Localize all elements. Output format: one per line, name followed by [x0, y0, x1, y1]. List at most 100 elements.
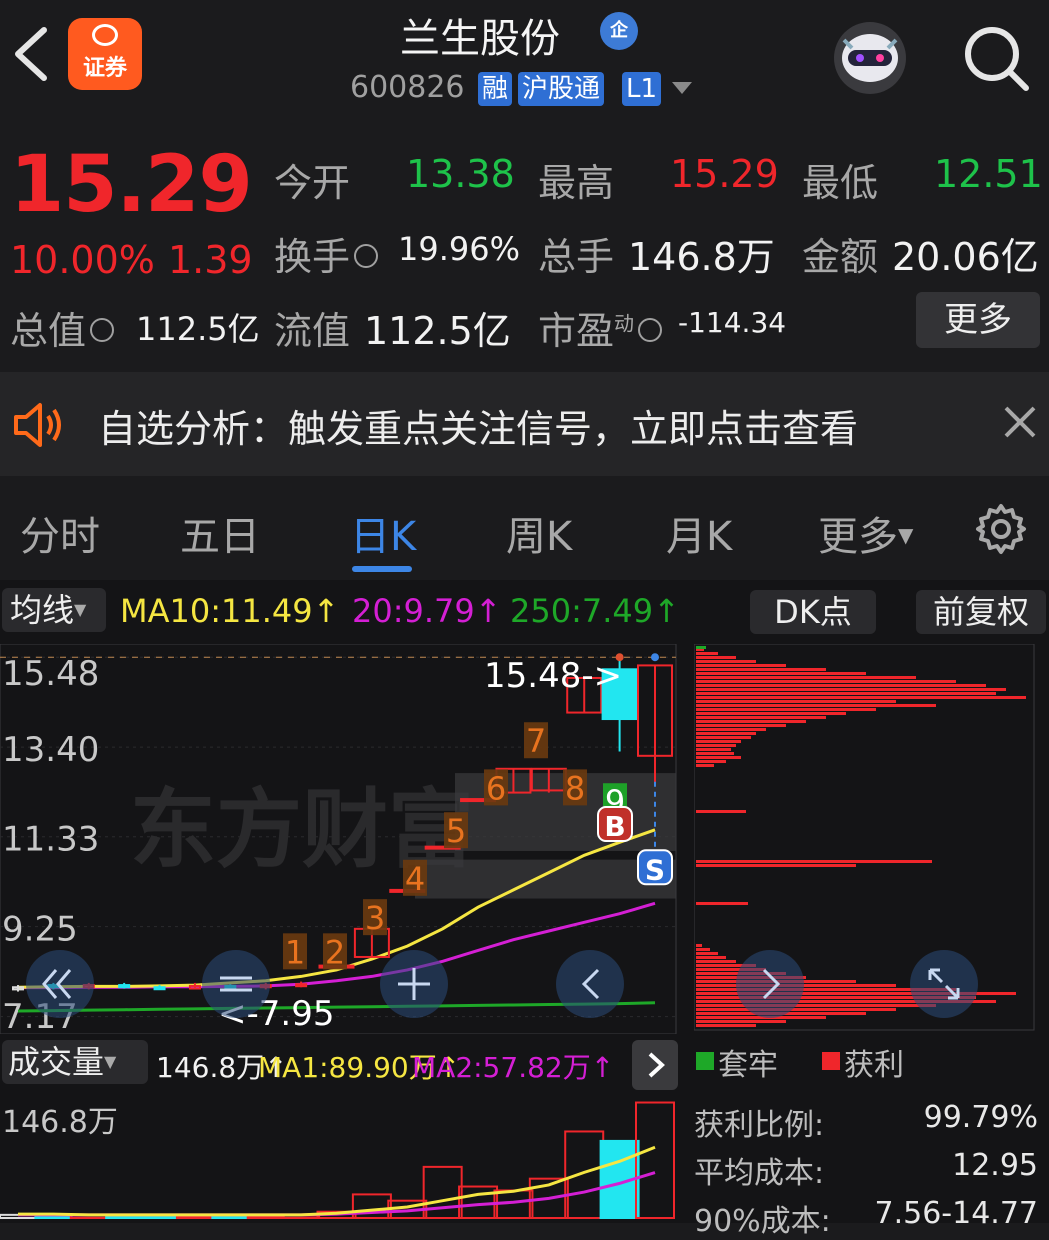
float-cap-value: 112.5亿 [364, 309, 511, 353]
chip-bar [696, 760, 726, 763]
notice-text[interactable]: 自选分析：触发重点关注信号，立即点击查看 [98, 398, 858, 453]
volume-axis-label: 146.8万 [2, 1105, 118, 1140]
count-tag: 4 [405, 860, 425, 898]
close-icon[interactable] [1000, 402, 1040, 442]
chip-distribution-chart [694, 644, 1035, 1031]
pe-label-text: 市盈 [538, 309, 615, 353]
chip-bar [696, 732, 756, 735]
kline-chart[interactable]: 东方财富15.4813.4011.339.257.171 2345678 9BS15… [0, 644, 680, 1034]
profit-swatch [822, 1052, 840, 1070]
high-value: 15.29 [670, 152, 779, 196]
app-logo[interactable]: 证券 [68, 18, 142, 90]
chip-bar [696, 680, 956, 683]
chip-bar [696, 688, 1006, 691]
gear-icon[interactable] [974, 502, 1028, 556]
price-axis-label: 15.48 [2, 654, 99, 694]
chip-bar [696, 696, 1026, 699]
sell-mark: S [645, 853, 665, 886]
volume-selector[interactable]: 成交量▼ [2, 1040, 148, 1084]
chip-bar [696, 1020, 786, 1023]
chip-bar [696, 724, 786, 727]
ma250-readout: 250:7.49↑ [510, 592, 680, 630]
ma-selector[interactable]: 均线▼ [2, 588, 106, 632]
tab-intraday[interactable]: 分时 [20, 504, 100, 562]
tag-dropdown-icon[interactable] [672, 82, 692, 94]
tab-five-day[interactable]: 五日 [180, 504, 260, 562]
tab-monthly-k[interactable]: 月K [666, 504, 732, 562]
chip-bar [696, 952, 718, 955]
assistant-robot-icon[interactable] [830, 18, 910, 98]
volume-selector-label: 成交量 [8, 1043, 105, 1081]
tab-weekly-k[interactable]: 周K [506, 504, 572, 562]
back-arrow-icon[interactable] [10, 24, 50, 84]
change-percent: 10.00% [10, 238, 155, 282]
chip-bar [696, 1008, 896, 1011]
chip-bar [696, 668, 826, 671]
ma20-readout: 20:9.79↑ [352, 592, 502, 630]
active-tab-indicator [352, 566, 412, 572]
chip-bar [696, 810, 746, 813]
forward-adjust-button[interactable]: 前复权 [916, 590, 1046, 634]
open-value: 13.38 [406, 152, 515, 196]
zoom-in-button[interactable] [380, 950, 448, 1018]
volume-bar [105, 1215, 144, 1219]
count-tag: 8 [565, 769, 585, 807]
price-axis-label: 13.40 [2, 730, 99, 770]
expand-indicator-button[interactable] [632, 1040, 678, 1090]
chip-bar [696, 728, 766, 731]
stock-code: 600826 [350, 70, 465, 105]
tab-more[interactable]: 更多▼ [818, 504, 913, 562]
turnover-label-text: 换手 [274, 235, 351, 279]
chip-bar [696, 752, 734, 755]
dk-point-button[interactable]: DK点 [750, 590, 876, 634]
search-icon[interactable] [962, 24, 1032, 94]
tab-daily-k[interactable]: 日K [350, 504, 416, 562]
shrink-arrows-button[interactable] [910, 950, 978, 1018]
speaker-icon [14, 403, 61, 447]
count-tag: 6 [486, 769, 506, 807]
pe-label[interactable]: 市盈动 [538, 300, 663, 355]
change-amount: 1.39 [168, 238, 253, 282]
more-info-icon[interactable] [638, 317, 663, 342]
chip-bar [696, 664, 786, 667]
chip-bar [696, 860, 932, 863]
stat-row: 获利比例: 99.79% [694, 1100, 1038, 1144]
chip-bar [696, 708, 876, 711]
ma10-readout: MA10:11.49↑ [120, 592, 339, 630]
more-info-icon[interactable] [354, 243, 379, 268]
chip-bar [696, 660, 756, 663]
ma20-value: 20:9.79 [352, 592, 475, 630]
market-cap-label[interactable]: 总值 [10, 300, 115, 355]
stat-label: 获利比例: [694, 1108, 825, 1143]
chevron-right-button[interactable] [736, 950, 804, 1018]
turnover-label[interactable]: 换手 [274, 226, 379, 281]
double-chevron-left-button[interactable] [26, 950, 94, 1018]
chip-bar [696, 744, 736, 747]
chip-bar [696, 656, 736, 659]
chip-bar [696, 956, 726, 959]
amount-value: 20.06亿 [892, 235, 1039, 279]
chip-bar [696, 748, 731, 751]
pan-button[interactable] [202, 950, 270, 1018]
buy-mark: B [604, 810, 625, 843]
chevron-left-button[interactable] [556, 950, 624, 1018]
count-tag: 3 [365, 899, 385, 937]
more-quote-button[interactable]: 更多 [916, 292, 1040, 348]
candle [295, 983, 308, 988]
up-arrow-icon: ↑ [312, 592, 340, 630]
dropdown-triangle-icon: ▼ [104, 1052, 117, 1071]
vol-ma2-readout: MA2:57.82万↑ [412, 1046, 614, 1086]
more-info-icon[interactable] [90, 317, 115, 342]
chip-bar [696, 704, 936, 707]
vol-ma2-value: MA2:57.82万 [412, 1051, 591, 1084]
dk-point-label: DK点 [774, 593, 852, 631]
candle [153, 986, 166, 991]
price-axis-label: 11.33 [2, 820, 99, 860]
signal-zone [415, 859, 676, 899]
stat-value: 99.79% [923, 1100, 1038, 1135]
chip-bar [696, 902, 748, 905]
volume-bar [175, 1215, 214, 1219]
volume-indicator-bar: 成交量▼ 146.8万↑ MA1:89.90万↑ MA2:57.82万↑ [0, 1040, 680, 1092]
tab-more-label: 更多 [818, 514, 898, 560]
vol-ma1-value: MA1:89.90万 [258, 1051, 437, 1084]
